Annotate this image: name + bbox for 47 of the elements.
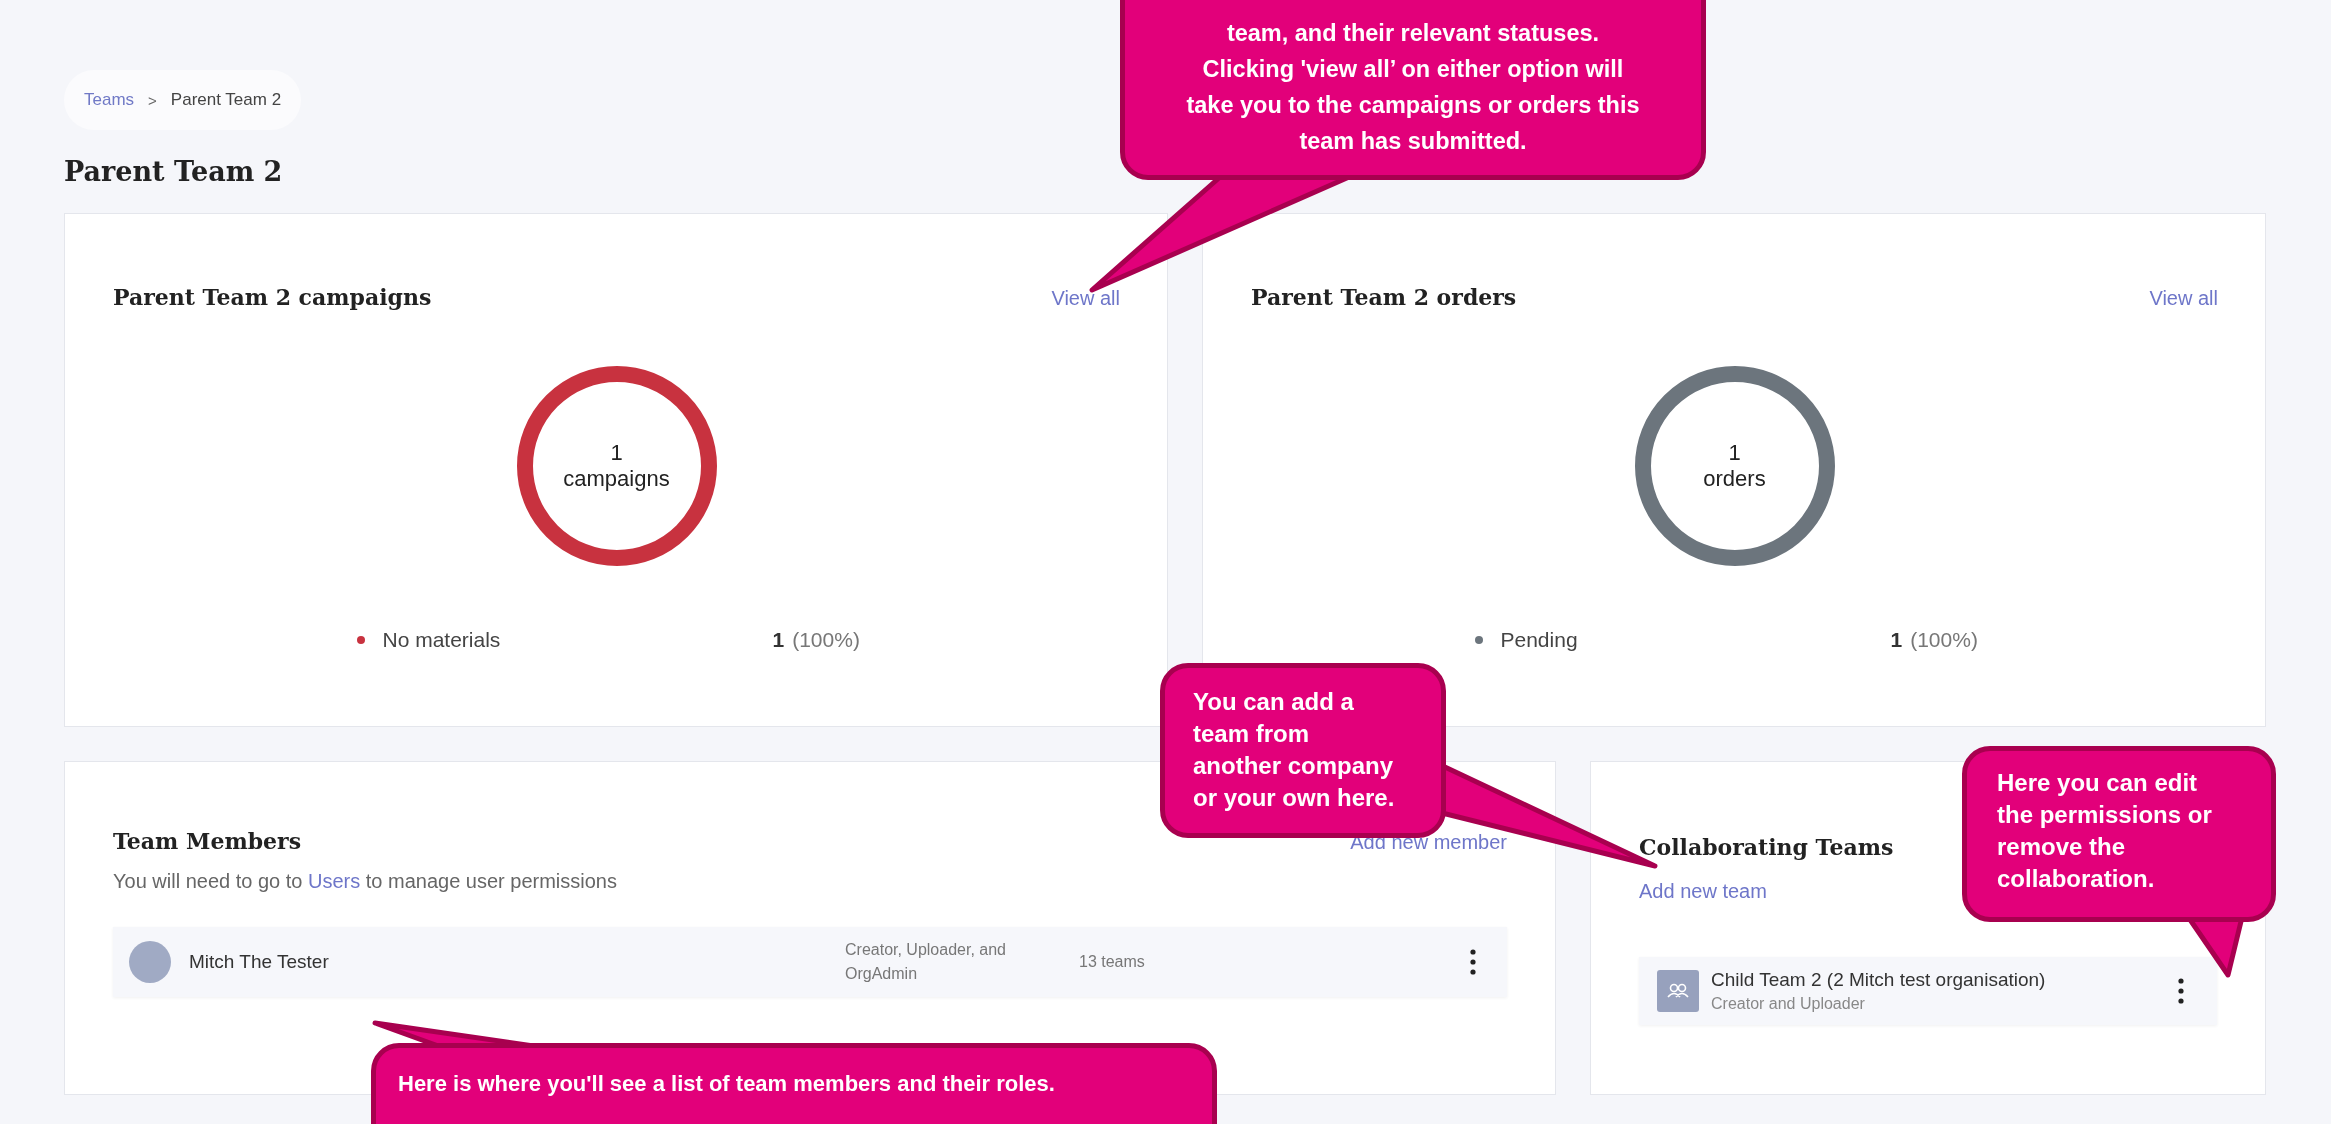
callout-text: take you to the campaigns or orders this: [1185, 91, 1641, 120]
callout-text: You can add a: [1193, 687, 1355, 717]
donut-label: orders: [1703, 466, 1766, 492]
callout-text: the permissions or: [1997, 800, 2213, 830]
callout-text: Here you can edit: [1997, 768, 2199, 798]
callout-text: team, and their relevant statuses.: [1225, 19, 1601, 48]
callout-text: remove the: [1997, 832, 2127, 862]
legend-percent: (100%): [792, 628, 860, 652]
team-roles: Creator and Uploader: [1711, 995, 1866, 1013]
users-link[interactable]: Users: [307, 870, 361, 892]
breadcrumb-current: Parent Team 2: [170, 90, 282, 110]
more-options-icon[interactable]: [2177, 978, 2185, 1004]
card-title: Parent Team 2 campaigns: [113, 284, 432, 310]
callout-text: team has submitted.: [1298, 127, 1528, 156]
card-title: Collaborating Teams: [1639, 834, 1894, 860]
permissions-note: You will need to go to Users to manage user permissions: [113, 870, 618, 893]
member-row[interactable]: Mitch The Tester Creator, Uploader, and OrgAdmin 13 teams: [113, 927, 1507, 997]
breadcrumb-separator: >: [148, 91, 157, 109]
callout-text: another company: [1193, 751, 1395, 781]
callout-text: collaboration.: [1997, 864, 2156, 894]
donut-label: campaigns: [563, 466, 670, 492]
member-name: Mitch The Tester: [189, 951, 330, 973]
page-title: Parent Team 2: [64, 156, 284, 187]
view-all-link[interactable]: View all: [2149, 287, 2218, 310]
legend-label: Pending: [1500, 628, 1579, 652]
member-teams: 13 teams: [1079, 953, 1146, 971]
more-options-icon[interactable]: [1469, 949, 1477, 975]
add-team-link[interactable]: Add new team: [1639, 880, 1767, 903]
callout-text: Here is where you'll see a list of team members and their roles.: [398, 1070, 1056, 1098]
member-roles: Creator, Uploader, and OrgAdmin: [845, 940, 1007, 984]
view-all-link[interactable]: View all: [1051, 287, 1120, 310]
legend-percent: (100%): [1910, 628, 1978, 652]
card-title: Team Members: [113, 828, 302, 854]
breadcrumb-link[interactable]: Teams: [84, 90, 135, 110]
legend-count: 1: [1890, 628, 1903, 652]
team-icon: [1657, 970, 1699, 1012]
callout-text: team from: [1193, 719, 1311, 749]
avatar-icon: [129, 941, 171, 983]
callout-text: Clicking 'view all’ on either option will: [1201, 55, 1625, 84]
legend-count: 1: [772, 628, 785, 652]
team-row[interactable]: Child Team 2 (2 Mitch test organisation) Creator and Uploader: [1639, 957, 2217, 1025]
team-name: Child Team 2 (2 Mitch test organisation): [1711, 969, 2047, 991]
legend-label: No materials: [382, 628, 502, 652]
card-title: Parent Team 2 orders: [1251, 284, 1517, 310]
donut-count: 1: [610, 440, 623, 466]
callout-text: or your own here.: [1193, 783, 1396, 813]
donut-count: 1: [1728, 440, 1741, 466]
